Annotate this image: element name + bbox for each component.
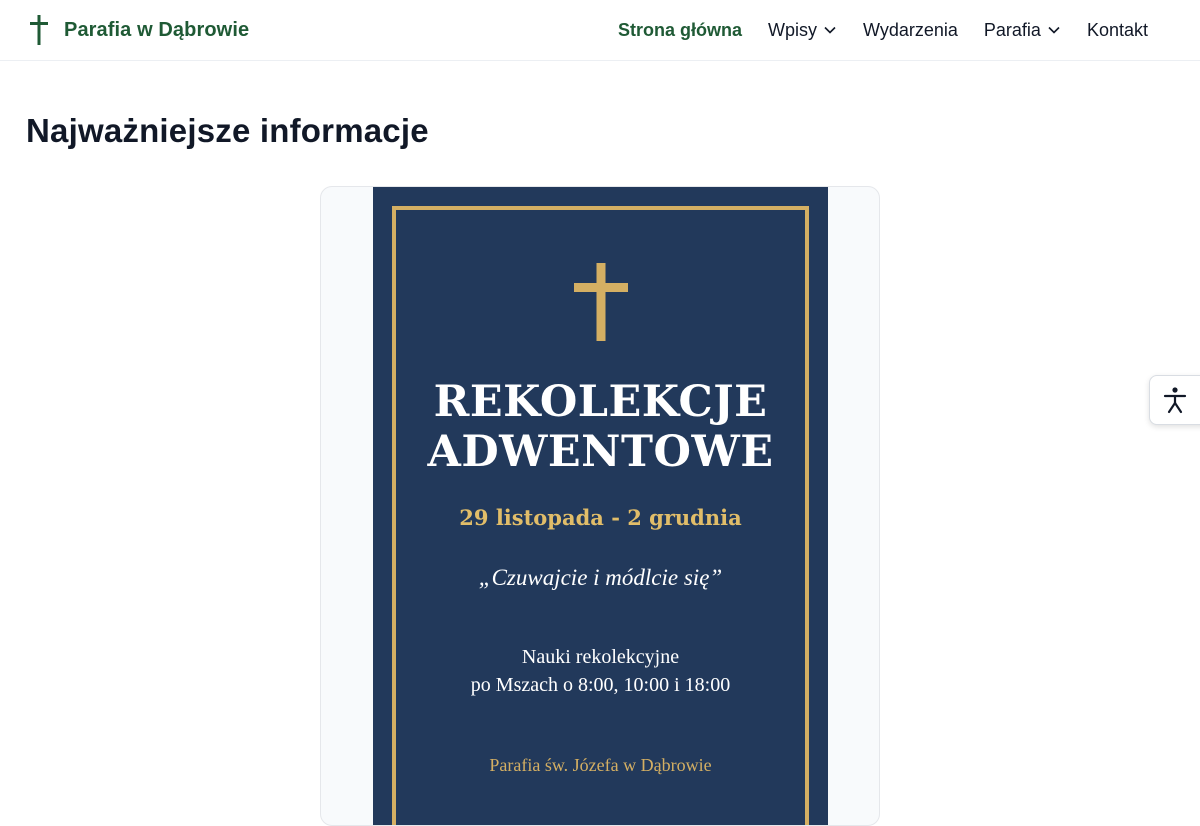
cross-icon [30, 15, 48, 45]
chevron-down-icon [824, 26, 836, 34]
poster-title-line: REKOLEKCJE [433, 377, 768, 427]
poster-info-line: po Mszach o 8:00, 10:00 i 18:00 [470, 674, 731, 696]
poster-title: REKOLEKCJE ADWENTOWE [373, 377, 828, 477]
poster-parish: Parafia św. Józefa w Dąbrowie [489, 755, 712, 775]
site-name: Parafia w Dąbrowie [64, 18, 250, 41]
poster-quote: „Czuwajcie i módlcie się” [478, 565, 723, 590]
announcement-card[interactable]: REKOLEKCJE ADWENTOWE 29 listopada - 2 gr… [320, 186, 880, 826]
nav-item-label: Strona główna [618, 19, 743, 40]
main-nav: Strona główna Wpisy Wydarzenia Parafia K… [618, 18, 1148, 42]
cross-icon [574, 263, 628, 341]
poster-title-line: ADWENTOWE [427, 427, 774, 477]
nav-item-label: Wpisy [768, 19, 818, 40]
site-header: Parafia w Dąbrowie Strona główna Wpisy W… [0, 0, 1200, 61]
nav-item-home[interactable]: Strona główna [618, 18, 742, 42]
nav-item-label: Kontakt [1086, 19, 1148, 40]
accessibility-icon [1163, 387, 1187, 414]
nav-item-parish[interactable]: Parafia [984, 18, 1061, 42]
nav-item-label: Parafia [983, 19, 1041, 40]
retreat-poster: REKOLEKCJE ADWENTOWE 29 listopada - 2 gr… [373, 187, 828, 825]
poster-dates: 29 listopada - 2 grudnia [459, 505, 742, 530]
site-logo-link[interactable]: Parafia w Dąbrowie [28, 14, 249, 46]
nav-item-contact[interactable]: Kontakt [1087, 18, 1148, 42]
accessibility-button[interactable] [1149, 375, 1200, 425]
chevron-down-icon [1048, 26, 1060, 34]
page-title: Najważniejsze informacje [26, 112, 429, 149]
nav-item-label: Wydarzenia [863, 19, 958, 40]
poster-info: Nauki rekolekcyjne po Mszach o 8:00, 10:… [373, 643, 828, 699]
nav-item-events[interactable]: Wydarzenia [863, 18, 958, 42]
nav-item-posts[interactable]: Wpisy [768, 18, 837, 42]
poster-info-line: Nauki rekolekcyjne [521, 646, 680, 668]
